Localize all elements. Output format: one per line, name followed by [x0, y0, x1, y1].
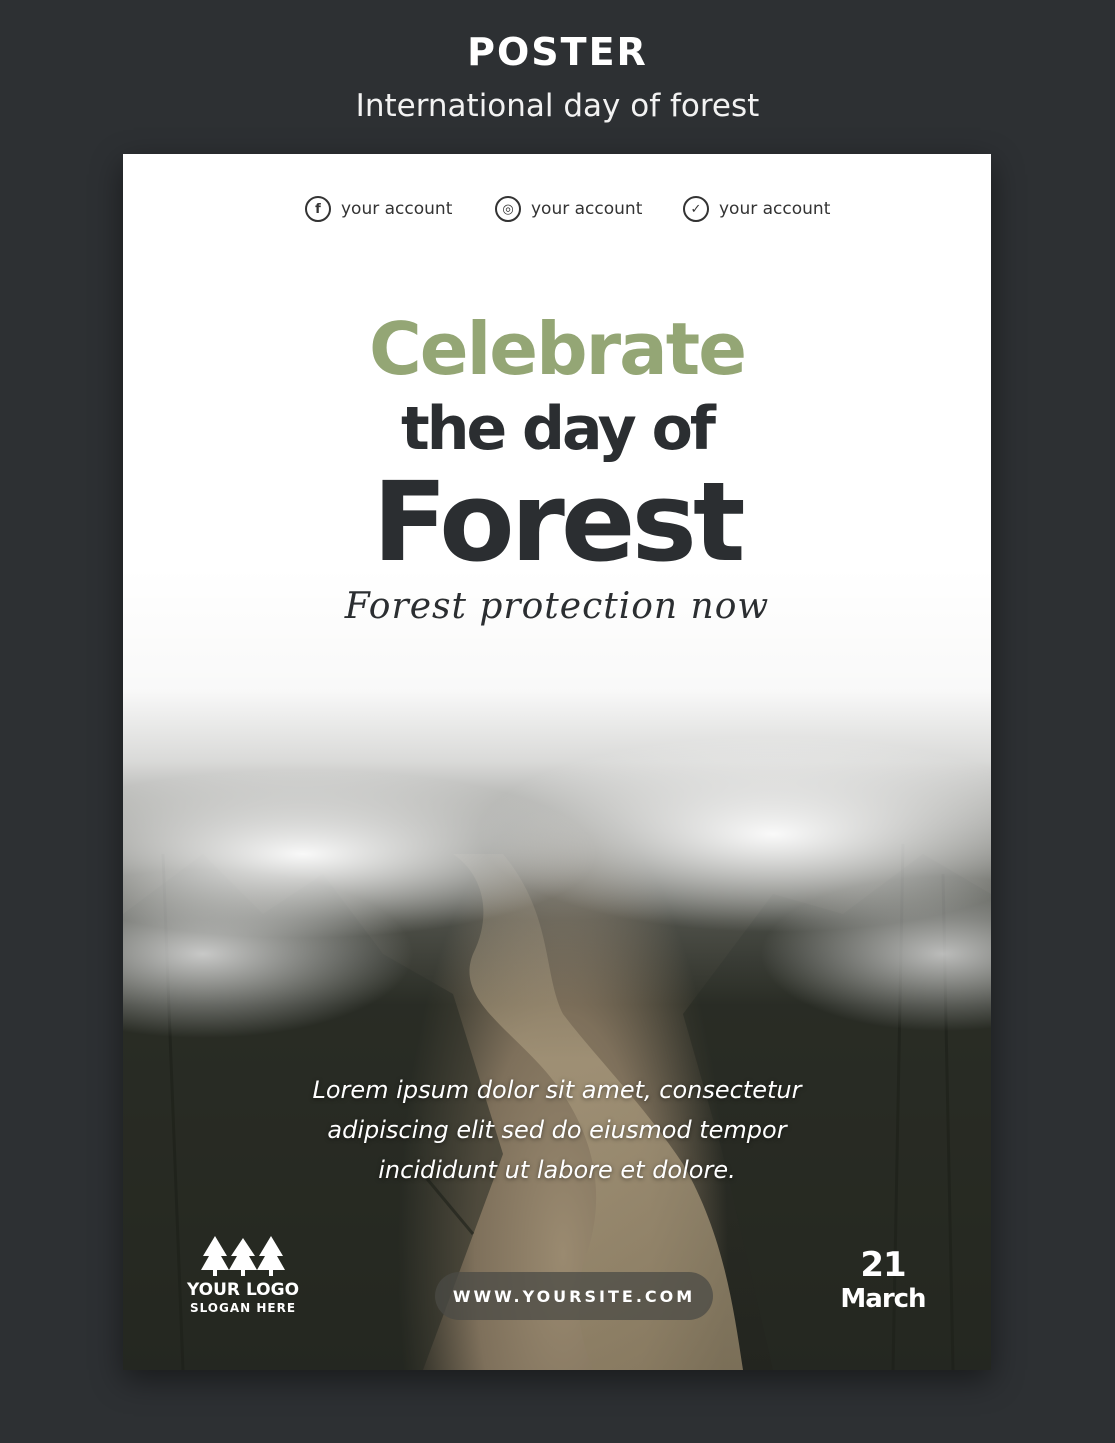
social-twitter[interactable]: ✓ your account	[683, 194, 830, 224]
social-facebook[interactable]: f your account	[305, 194, 452, 224]
page-title: POSTER	[467, 30, 648, 74]
twitter-icon: ✓	[683, 196, 709, 222]
headline-forest: Forest	[372, 458, 745, 586]
logo-name: YOUR LOGO	[186, 1280, 300, 1300]
social-facebook-label: your account	[341, 199, 453, 219]
social-twitter-label: your account	[719, 199, 831, 219]
event-date: 21 March	[823, 1246, 943, 1314]
facebook-icon: f	[305, 196, 331, 222]
instagram-icon: ◎	[495, 196, 521, 222]
page-subtitle: International day of forest	[355, 88, 760, 124]
headline-celebrate: Celebrate	[368, 307, 747, 391]
website-link[interactable]: WWW.YOURSITE.COM	[435, 1272, 713, 1320]
poster: f your account ◎ your account ✓ your acc…	[123, 154, 991, 1370]
social-bar: f your account ◎ your account ✓ your acc…	[123, 194, 991, 224]
trees-icon	[201, 1236, 285, 1276]
date-day: 21	[860, 1245, 906, 1285]
script-tagline: Forest protection now	[344, 586, 770, 627]
headline-the-day-of: the day of	[401, 394, 716, 464]
body-text: Lorem ipsum dolor sit amet, consectetur …	[312, 1076, 802, 1184]
logo-slogan: SLOGAN HERE	[189, 1301, 297, 1315]
date-month: March	[840, 1284, 926, 1314]
logo: YOUR LOGO SLOGAN HERE	[183, 1234, 303, 1317]
social-instagram[interactable]: ◎ your account	[495, 194, 642, 224]
social-instagram-label: your account	[531, 199, 643, 219]
